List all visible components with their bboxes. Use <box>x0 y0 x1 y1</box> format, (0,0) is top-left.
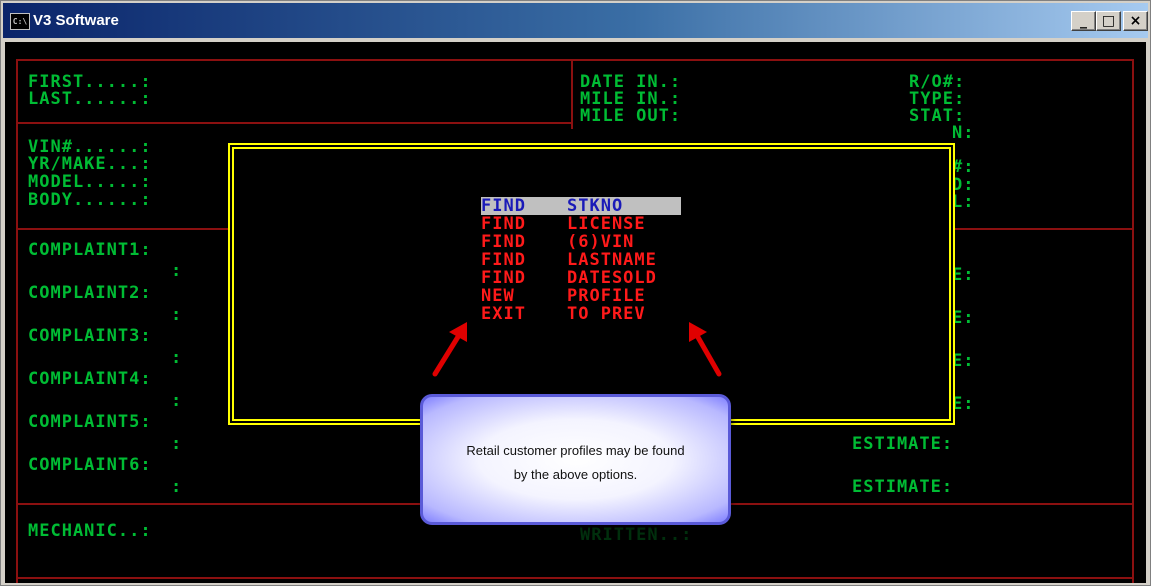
frame-bottom <box>16 577 1134 579</box>
field-complaint2-label: COMPLAINT2: <box>28 283 152 303</box>
field-complaint4-label: COMPLAINT4: <box>28 369 152 389</box>
field-estimate1-label: ESTIMATE: <box>852 434 954 454</box>
menu-item-target: (6)VIN <box>567 232 635 252</box>
menu-item-action: FIND <box>481 232 526 252</box>
console-screen[interactable]: FIRST.....: LAST......: VIN#......: YR/M… <box>5 42 1146 583</box>
field-mile-in-label: MILE IN.: <box>580 89 682 109</box>
frame-divider-name <box>16 122 571 124</box>
window-title: V3 Software <box>33 12 119 29</box>
menu-item-target: LASTNAME <box>567 250 657 270</box>
help-callout: Retail customer profiles may be found by… <box>420 394 731 525</box>
field-ro-label: R/O#: <box>909 72 966 92</box>
field-complaint5-cont: : <box>171 434 183 454</box>
menu-item-target: PROFILE <box>567 286 646 306</box>
field-partial-e3-label: E: <box>952 351 975 371</box>
menu-item-action: EXIT <box>481 304 526 324</box>
field-model-label: MODEL.....: <box>28 172 152 192</box>
menu-item-find-lastname[interactable]: FIND LASTNAME <box>481 251 681 269</box>
field-complaint3-label: COMPLAINT3: <box>28 326 152 346</box>
field-partial-e4-label: E: <box>952 394 975 414</box>
help-callout-line-2: by the above options. <box>513 467 638 482</box>
menu-item-find-6-vin[interactable]: FIND (6)VIN <box>481 233 681 251</box>
menu-item-target: TO PREV <box>567 304 646 324</box>
menu-item-action: FIND <box>481 214 526 234</box>
close-button[interactable]: × <box>1123 11 1148 31</box>
menu-item-target: STKNO <box>567 196 624 216</box>
field-estimate2-label: ESTIMATE: <box>852 477 954 497</box>
field-complaint6-label: COMPLAINT6: <box>28 455 152 475</box>
menu-item-action: FIND <box>481 250 526 270</box>
menu-item-action: FIND <box>481 268 526 288</box>
right-arrow-icon <box>689 322 722 377</box>
frame-divider-center <box>571 59 573 129</box>
field-complaint5-label: COMPLAINT5: <box>28 412 152 432</box>
left-arrow-icon <box>432 322 467 377</box>
field-vin-label: VIN#......: <box>28 137 152 157</box>
field-written-label: WRITTEN..: <box>580 525 693 545</box>
frame-bottom-left-tick <box>16 561 18 583</box>
menu-item-find-datesold[interactable]: FIND DATESOLD <box>481 269 681 287</box>
field-body-label: BODY......: <box>28 190 152 210</box>
field-partial-hash-label: #: <box>952 157 975 177</box>
console-app-icon[interactable]: C:\ <box>10 13 30 30</box>
field-partial-l-label: L: <box>952 192 975 212</box>
field-complaint3-cont: : <box>171 348 183 368</box>
field-stat-label: STAT: <box>909 106 966 126</box>
field-complaint1-cont: : <box>171 261 183 281</box>
menu-item-target: DATESOLD <box>567 268 657 288</box>
menu-item-action: NEW <box>481 286 515 306</box>
menu-item-target: LICENSE <box>567 214 646 234</box>
field-yrmake-label: YR/MAKE...: <box>28 154 152 174</box>
menu-item-find-stkno[interactable]: FIND STKNO <box>481 197 681 215</box>
field-partial-d-label: D: <box>952 175 975 195</box>
menu-item-find-license[interactable]: FIND LICENSE <box>481 215 681 233</box>
field-partial-e1-label: E: <box>952 265 975 285</box>
title-bar[interactable]: C:\ V3 Software _ □ × <box>3 3 1148 38</box>
field-date-in-label: DATE IN.: <box>580 72 682 92</box>
field-complaint2-cont: : <box>171 305 183 325</box>
field-complaint6-cont: : <box>171 477 183 497</box>
field-type-label: TYPE: <box>909 89 966 109</box>
field-complaint4-cont: : <box>171 391 183 411</box>
console-window: C:\ V3 Software _ □ × FIRST.....: LAST..… <box>0 0 1151 586</box>
field-last-label: LAST......: <box>28 89 152 109</box>
help-callout-text: Retail customer profiles may be found by… <box>423 439 728 487</box>
field-first-label: FIRST.....: <box>28 72 152 92</box>
frame-top <box>16 59 1134 61</box>
field-partial-n-label: N: <box>952 123 975 143</box>
field-complaint1-label: COMPLAINT1: <box>28 240 152 260</box>
minimize-button[interactable]: _ <box>1071 11 1096 31</box>
menu-item-action: FIND <box>481 196 526 216</box>
help-callout-line-1: Retail customer profiles may be found <box>466 443 685 458</box>
field-partial-e2-label: E: <box>952 308 975 328</box>
menu-item-new-profile[interactable]: NEW PROFILE <box>481 287 681 305</box>
maximize-button[interactable]: □ <box>1096 11 1121 31</box>
menu-item-exit-to-prev[interactable]: EXIT TO PREV <box>481 305 681 323</box>
field-mechanic-label: MECHANIC..: <box>28 521 152 541</box>
field-mile-out-label: MILE OUT: <box>580 106 682 126</box>
